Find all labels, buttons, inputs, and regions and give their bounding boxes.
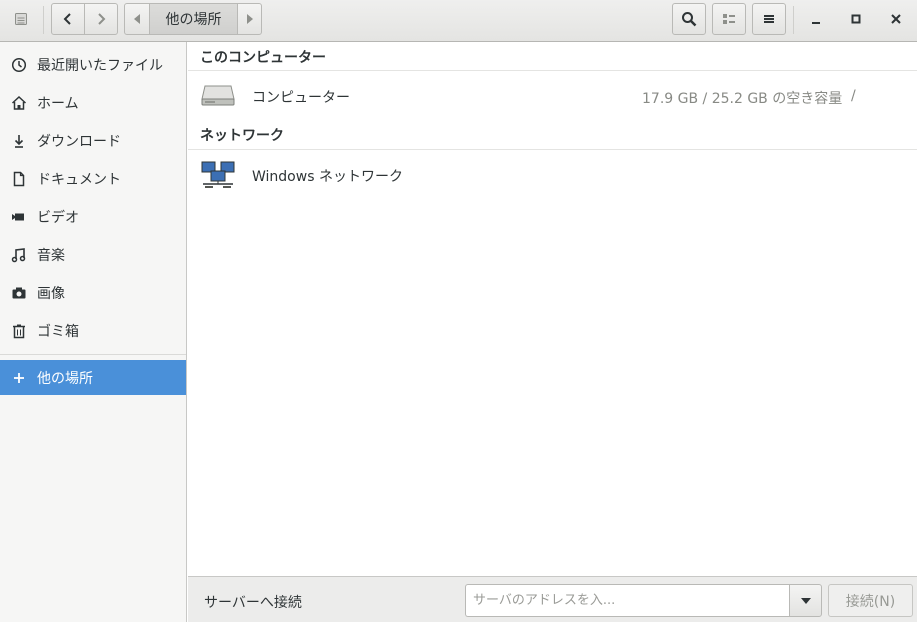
triangle-left-icon — [134, 14, 140, 24]
path-bar-label: 他の場所 — [165, 12, 222, 28]
sidebar-item-home[interactable]: ホーム — [0, 85, 186, 120]
hard-drive-icon — [201, 85, 235, 106]
free-space-info: 17.9 GB / 25.2 GB の空き容量 — [642, 91, 843, 107]
sidebar-item-recent[interactable]: 最近開いたファイル — [0, 47, 186, 82]
header-bar: 他の場所 — [0, 0, 917, 42]
plus-icon — [14, 373, 24, 383]
chevron-down-icon — [800, 597, 811, 604]
connect-to-server-bar: サーバーへ接続 接続(N) — [188, 576, 917, 622]
camera-icon — [12, 287, 26, 299]
sidebar-item-label: 音楽 — [37, 248, 65, 264]
close-icon — [891, 14, 901, 24]
sidebar-item-documents[interactable]: ドキュメント — [0, 161, 186, 196]
sidebar-item-trash[interactable]: ゴミ箱 — [0, 313, 186, 348]
section-title-network: ネットワーク — [200, 128, 284, 144]
sidebar-item-other-locations[interactable]: 他の場所 — [0, 360, 186, 395]
minimize-button[interactable] — [803, 3, 829, 35]
computer-label: コンピューター — [252, 90, 350, 106]
windows-network-label: Windows ネットワーク — [252, 169, 403, 185]
maximize-icon — [851, 14, 861, 24]
menu-button[interactable] — [752, 3, 786, 35]
sidebar-item-label: ドキュメント — [37, 172, 121, 188]
path-scroll-left-button[interactable] — [124, 3, 150, 35]
back-button[interactable] — [51, 3, 85, 35]
sidebar-divider — [0, 354, 186, 355]
hamburger-icon — [764, 15, 774, 23]
video-icon — [12, 213, 24, 221]
connect-to-server-label: サーバーへ接続 — [204, 595, 302, 611]
document-icon — [13, 171, 25, 187]
section-title-this-computer: このコンピューター — [200, 50, 326, 66]
close-button[interactable] — [883, 3, 909, 35]
maximize-button[interactable] — [843, 3, 869, 35]
music-icon — [11, 248, 26, 263]
sidebar-item-label: 最近開いたファイル — [37, 58, 163, 74]
files-app-icon — [8, 3, 34, 35]
sidebar: 最近開いたファイル ホーム ダウンロード ドキュメント ビデオ 音楽 画像 ゴミ… — [0, 42, 187, 622]
server-address-input[interactable] — [465, 584, 789, 617]
connect-button[interactable]: 接続(N) — [828, 584, 913, 617]
download-icon — [14, 135, 24, 148]
sidebar-item-label: ホーム — [37, 96, 79, 112]
sidebar-item-label: ゴミ箱 — [37, 324, 79, 340]
forward-button[interactable] — [84, 3, 118, 35]
sidebar-item-videos[interactable]: ビデオ — [0, 199, 186, 234]
sidebar-item-music[interactable]: 音楽 — [0, 237, 186, 272]
clock-icon — [11, 57, 27, 73]
computer-row[interactable]: コンピューター 17.9 GB / 25.2 GB の空き容量 / — [188, 71, 917, 121]
main-content: このコンピューター コンピューター 17.9 GB / 25.2 GB の空き容… — [188, 42, 917, 576]
list-view-icon — [723, 14, 735, 24]
chevron-right-icon — [98, 13, 106, 25]
chevron-left-icon — [63, 13, 71, 25]
path-scroll-right-button[interactable] — [237, 3, 262, 35]
sidebar-item-downloads[interactable]: ダウンロード — [0, 123, 186, 158]
sidebar-item-label: 画像 — [37, 286, 65, 302]
sidebar-item-label: 他の場所 — [37, 371, 93, 387]
triangle-right-icon — [246, 14, 253, 24]
trash-icon — [13, 324, 25, 339]
minimize-icon — [812, 22, 820, 24]
network-icon — [201, 161, 235, 188]
view-toggle-button[interactable] — [712, 3, 746, 35]
server-history-dropdown[interactable] — [789, 584, 822, 617]
path-bar-current[interactable]: 他の場所 — [149, 3, 238, 35]
search-icon — [682, 12, 697, 27]
sidebar-item-label: ダウンロード — [37, 134, 121, 150]
home-icon — [11, 95, 27, 110]
windows-network-row[interactable]: Windows ネットワーク — [188, 150, 917, 200]
mount-path: / — [851, 88, 856, 104]
sidebar-item-pictures[interactable]: 画像 — [0, 275, 186, 310]
search-button[interactable] — [672, 3, 706, 35]
sidebar-item-label: ビデオ — [37, 210, 79, 226]
